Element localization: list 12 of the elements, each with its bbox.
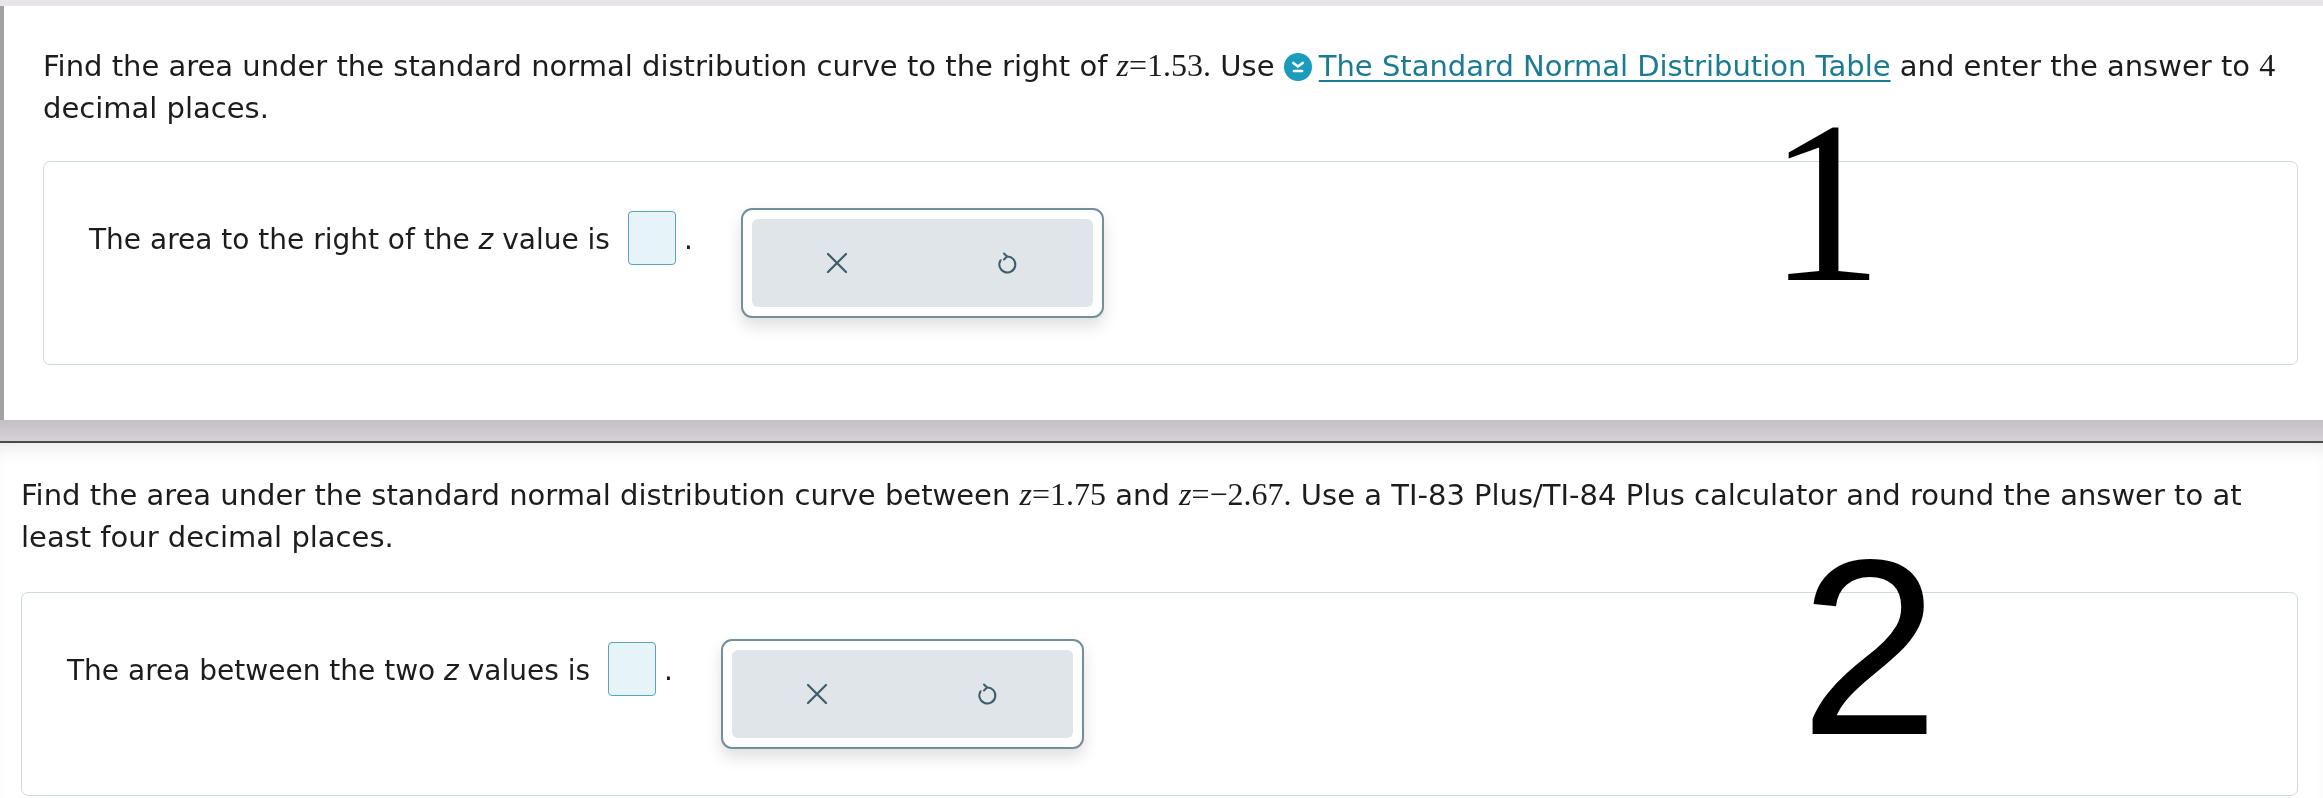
question-text: Find the area under the standard normal distribution curve between z=1.75 and z=−2.67. Use a TI-83 Plus/TI-84 Plus calculator and round the answer to at least four decimal places. (21, 475, 2243, 556)
sentence-period: . (683, 222, 693, 258)
answer-field[interactable] (608, 642, 656, 696)
answer-prompt-text: The area to the right of the z value is (89, 222, 610, 258)
chevron-down-circle-icon (1283, 53, 1312, 81)
handwritten-number: 2 (1800, 557, 1940, 740)
answer-field[interactable] (627, 211, 676, 265)
table-link[interactable]: The Standard Normal Distribution Table (1283, 49, 1891, 83)
sentence-period: . (664, 653, 673, 689)
answer-prompt-text: The area between the two z values is (67, 653, 590, 689)
close-icon (805, 682, 830, 706)
close-icon (825, 251, 850, 275)
